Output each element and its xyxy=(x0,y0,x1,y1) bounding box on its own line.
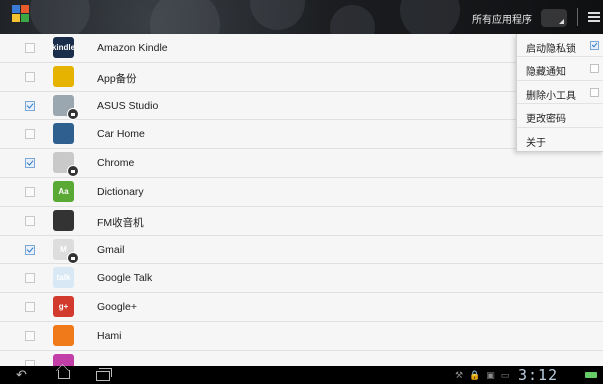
google-plus-icon: g+ xyxy=(53,296,74,318)
list-item[interactable]: M Gmail xyxy=(0,235,603,265)
wallpaper-bokeh xyxy=(400,0,460,34)
menu-item-label: 隐藏通知 xyxy=(526,67,566,79)
list-item[interactable]: Hami xyxy=(0,321,603,351)
system-bar: ↶ ⚒🔒▣▭ 3:12 xyxy=(0,366,603,384)
app-name: FM收音机 xyxy=(97,216,144,229)
lock-checkbox[interactable] xyxy=(25,129,35,140)
list-item[interactable]: Chrome xyxy=(0,149,603,178)
lock-badge-icon xyxy=(67,107,79,120)
app-name: Hami xyxy=(97,329,122,342)
notification-icons: ⚒🔒▣▭ xyxy=(455,370,516,380)
lock-checkbox[interactable] xyxy=(25,330,35,341)
menu-item[interactable]: 启动隐私锁 xyxy=(517,34,603,58)
overflow-menu: 启动隐私锁隐藏通知删除小工具更改密码关于 xyxy=(516,34,603,152)
list-item[interactable]: Aa Dictionary xyxy=(0,177,603,207)
app-list: kindle Amazon Kindle App备份 ASUS Studio Car H… xyxy=(0,34,603,366)
overflow-menu-icon[interactable] xyxy=(588,12,600,22)
home-icon[interactable] xyxy=(58,370,70,379)
lock-checkbox[interactable] xyxy=(25,186,35,197)
list-item[interactable]: kindle Amazon Kindle xyxy=(0,34,603,63)
wallpaper-bokeh xyxy=(30,0,90,34)
list-item[interactable]: ASUS Studio xyxy=(0,91,603,121)
asus-studio-icon xyxy=(53,94,79,120)
app-name: Chrome xyxy=(97,157,135,170)
lock-checkbox[interactable] xyxy=(25,215,35,226)
list-item[interactable]: Car Home xyxy=(0,120,603,150)
google-talk-icon: talk xyxy=(53,267,74,289)
app-name: Google+ xyxy=(97,301,137,314)
app-name: Gmail xyxy=(97,243,125,256)
menu-item[interactable]: 隐藏通知 xyxy=(517,57,603,81)
lock-checkbox[interactable] xyxy=(25,302,35,313)
menu-item[interactable]: 删除小工具 xyxy=(517,81,603,105)
clock: 3:12 xyxy=(518,366,559,384)
wallpaper-bokeh xyxy=(250,0,305,30)
list-item[interactable]: talk Google Talk xyxy=(0,264,603,294)
chrome-icon xyxy=(53,152,79,178)
menu-item[interactable]: 关于 xyxy=(517,128,603,151)
wallpaper-bokeh xyxy=(150,0,220,34)
menu-item-label: 更改密码 xyxy=(526,114,566,126)
lock-badge-icon xyxy=(67,251,79,264)
list-item[interactable]: App备份 xyxy=(0,62,603,92)
menu-checkbox[interactable] xyxy=(590,41,599,50)
menu-item-label: 关于 xyxy=(526,137,546,149)
lock-checkbox[interactable] xyxy=(25,100,35,111)
app-locker-icon xyxy=(12,5,32,29)
lock-badge-icon xyxy=(67,165,79,178)
app-name: Dictionary xyxy=(97,185,144,198)
menu-checkbox[interactable] xyxy=(590,87,599,97)
lock-checkbox[interactable] xyxy=(25,273,35,284)
kindle-icon: kindle xyxy=(52,37,75,58)
app-backup-icon xyxy=(53,65,74,87)
menu-item-label: 启动隐私锁 xyxy=(526,44,576,55)
app-name: App备份 xyxy=(97,72,137,85)
lock-checkbox[interactable] xyxy=(25,71,35,82)
hami-icon xyxy=(53,324,74,346)
app-name: Amazon Kindle xyxy=(97,42,168,54)
lock-checkbox[interactable] xyxy=(25,43,35,53)
lock-checkbox[interactable] xyxy=(25,158,35,169)
page-title: 所有应用程序 xyxy=(472,15,532,26)
gmail-icon: M xyxy=(53,238,79,264)
list-item[interactable]: FM收音机 xyxy=(0,206,603,236)
menu-item[interactable]: 更改密码 xyxy=(517,104,603,128)
lock-checkbox[interactable] xyxy=(25,244,35,255)
list-item[interactable]: g+ Google+ xyxy=(0,293,603,322)
action-bar: 所有应用程序 xyxy=(0,0,603,34)
wallpaper-bokeh xyxy=(330,5,375,34)
battery-icon xyxy=(585,372,597,378)
app-name: Google Talk xyxy=(97,272,153,285)
car-home-icon xyxy=(53,123,74,145)
filter-dropdown[interactable] xyxy=(541,9,567,27)
list-item[interactable] xyxy=(0,350,603,366)
app-name: ASUS Studio xyxy=(97,99,159,112)
menu-item-label: 删除小工具 xyxy=(526,90,576,102)
fm-radio-icon xyxy=(53,209,74,231)
back-icon[interactable]: ↶ xyxy=(16,368,27,382)
menu-checkbox[interactable] xyxy=(590,64,599,74)
divider xyxy=(577,8,578,26)
app-name: Car Home xyxy=(97,128,145,141)
dictionary-icon: Aa xyxy=(53,180,74,202)
recent-apps-icon[interactable] xyxy=(96,368,112,381)
